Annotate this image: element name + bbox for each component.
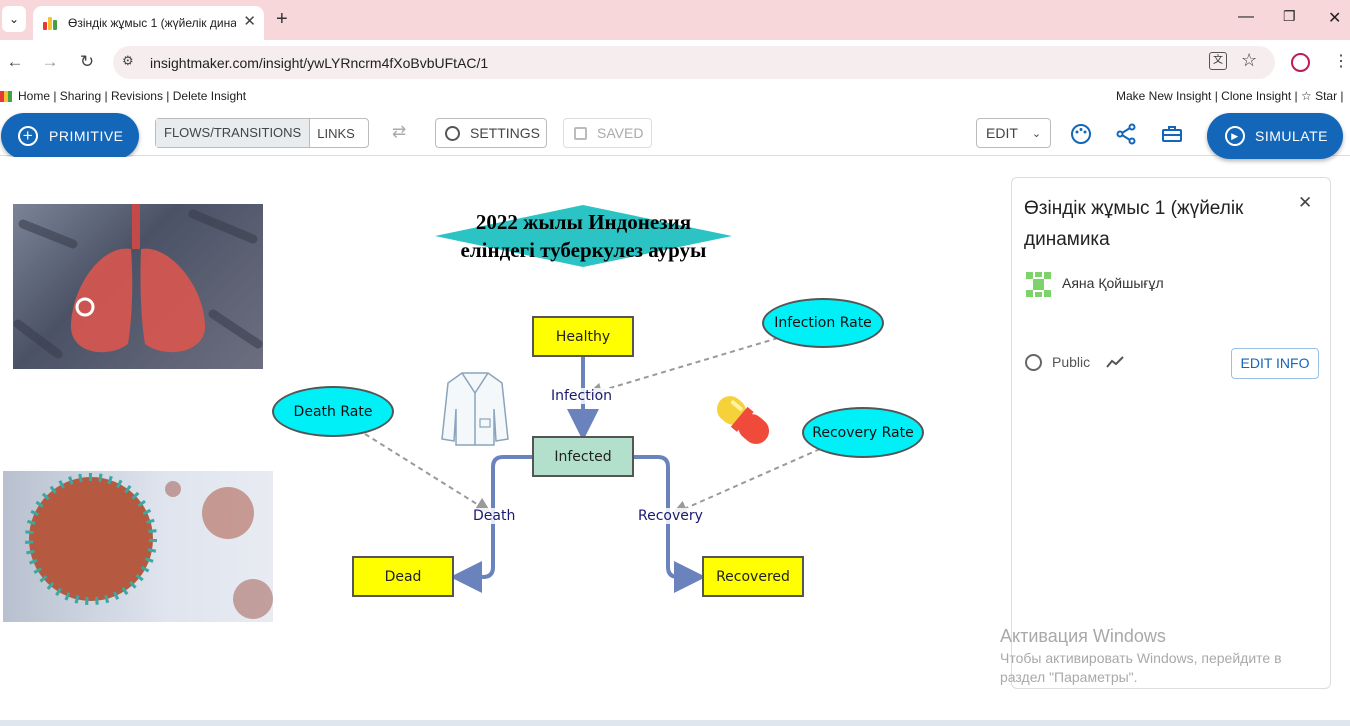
stock-recovered[interactable]: Recovered xyxy=(702,556,804,597)
variable-death-rate[interactable]: Death Rate xyxy=(272,386,394,437)
author-avatar[interactable] xyxy=(1024,270,1053,299)
recovery-rate-link[interactable] xyxy=(671,448,821,516)
share-icon[interactable] xyxy=(1114,122,1138,146)
app-toolbar: + PRIMITIVE FLOWS/TRANSITIONS LINKS ⇄ SE… xyxy=(0,108,1350,159)
bookmark-star-icon[interactable]: ☆ xyxy=(1241,50,1257,71)
variable-recovery-rate[interactable]: Recovery Rate xyxy=(802,407,924,458)
stock-dead[interactable]: Dead xyxy=(352,556,454,597)
bottom-edge-bar xyxy=(0,720,1350,726)
variable-infection-rate[interactable]: Infection Rate xyxy=(762,298,884,348)
site-nav: Home | Sharing | Revisions | Delete Insi… xyxy=(0,86,1350,108)
close-window-icon[interactable]: ✕ xyxy=(1328,8,1341,28)
site-info-icon[interactable]: ⚙ xyxy=(122,53,134,69)
links-toggle[interactable]: LINKS xyxy=(310,126,362,141)
activation-watermark-line2: Чтобы активировать Windows, перейдите в xyxy=(1000,650,1282,666)
model-canvas[interactable]: 2022 жылы Индонезия еліндегі туберкулез … xyxy=(0,157,1010,726)
globe-icon xyxy=(1025,354,1042,371)
saved-label: SAVED xyxy=(597,125,644,141)
maximize-icon[interactable]: ❐ xyxy=(1283,8,1296,25)
simulate-label: SIMULATE xyxy=(1255,128,1328,144)
lab-coat-icon[interactable] xyxy=(440,369,510,447)
edit-info-button[interactable]: EDIT INFO xyxy=(1231,348,1319,379)
site-nav-left-links[interactable]: Home | Sharing | Revisions | Delete Insi… xyxy=(18,89,246,103)
insight-info-panel: Өзіндік жұмыс 1 (жүйелік динамика ✕ Аяна… xyxy=(1011,177,1331,689)
activation-watermark-title: Активация Windows xyxy=(1000,626,1166,646)
settings-label: SETTINGS xyxy=(470,125,541,141)
save-icon xyxy=(574,126,587,140)
browser-tab-strip: ⌄ Өзіндік жұмыс 1 (жүйелік дина ✕ + — ❐ … xyxy=(0,0,1350,40)
primitive-label: PRIMITIVE xyxy=(49,128,124,144)
saved-button[interactable]: SAVED xyxy=(563,118,652,148)
flow-label-infection: Infection xyxy=(551,388,613,404)
connection-type-group: FLOWS/TRANSITIONS LINKS xyxy=(155,118,369,148)
pill-capsule-icon[interactable] xyxy=(708,387,778,453)
url-text[interactable]: insightmaker.com/insight/ywLYRncrm4fXoBv… xyxy=(150,55,488,71)
author-name[interactable]: Аяна Қойшығұл xyxy=(1062,275,1164,291)
simulate-button[interactable]: ▶ SIMULATE xyxy=(1207,113,1343,159)
profile-icon[interactable] xyxy=(1291,53,1310,72)
reload-icon[interactable]: ↻ xyxy=(75,50,99,74)
stock-healthy[interactable]: Healthy xyxy=(532,316,634,357)
panel-title: Өзіндік жұмыс 1 (жүйелік динамика xyxy=(1024,198,1244,250)
settings-button[interactable]: SETTINGS xyxy=(435,118,547,148)
browser-toolbar: ← → ↻ ⚙ insightmaker.com/insight/ywLYRnc… xyxy=(0,40,1350,85)
flow-label-recovery: Recovery xyxy=(638,508,703,524)
insightmaker-favicon xyxy=(43,16,59,30)
tab-title: Өзіндік жұмыс 1 (жүйелік дина xyxy=(68,16,236,30)
play-icon: ▶ xyxy=(1225,126,1245,146)
chevron-down-icon: ⌄ xyxy=(1031,127,1042,140)
trending-icon xyxy=(1106,356,1124,368)
tab-search-button[interactable]: ⌄ xyxy=(2,6,26,32)
flows-transitions-toggle[interactable]: FLOWS/TRANSITIONS xyxy=(156,119,311,147)
plus-circle-icon: + xyxy=(18,126,38,146)
back-icon[interactable]: ← xyxy=(3,50,27,74)
browser-menu-icon[interactable]: ⋮ xyxy=(1333,51,1349,71)
active-tab[interactable]: Өзіндік жұмыс 1 (жүйелік дина ✕ xyxy=(33,6,264,40)
add-primitive-button[interactable]: + PRIMITIVE xyxy=(1,113,139,159)
insightmaker-logo xyxy=(0,91,12,102)
edit-label: EDIT xyxy=(986,125,1018,141)
edit-dropdown[interactable]: EDIT ⌄ xyxy=(976,118,1051,148)
visibility-label: Public xyxy=(1052,354,1091,370)
clock-icon xyxy=(445,125,460,141)
tab-close-icon[interactable]: ✕ xyxy=(243,14,256,30)
swap-direction-icon[interactable]: ⇄ xyxy=(392,122,406,142)
flow-label-death: Death xyxy=(473,508,516,524)
activation-watermark-line3: раздел "Параметры". xyxy=(1000,669,1138,685)
translate-icon[interactable]: 文 xyxy=(1209,52,1227,70)
address-bar[interactable]: ⚙ insightmaker.com/insight/ywLYRncrm4fXo… xyxy=(113,46,1275,79)
new-tab-button[interactable]: + xyxy=(276,8,288,31)
panel-close-icon[interactable]: ✕ xyxy=(1298,193,1312,213)
toolbox-icon[interactable] xyxy=(1160,122,1184,146)
site-nav-right-links[interactable]: Make New Insight | Clone Insight | ☆ Sta… xyxy=(1116,89,1344,103)
minimize-icon[interactable]: — xyxy=(1238,8,1254,26)
stock-infected[interactable]: Infected xyxy=(532,436,634,477)
forward-icon[interactable]: → xyxy=(38,50,62,74)
palette-icon[interactable] xyxy=(1069,122,1093,146)
